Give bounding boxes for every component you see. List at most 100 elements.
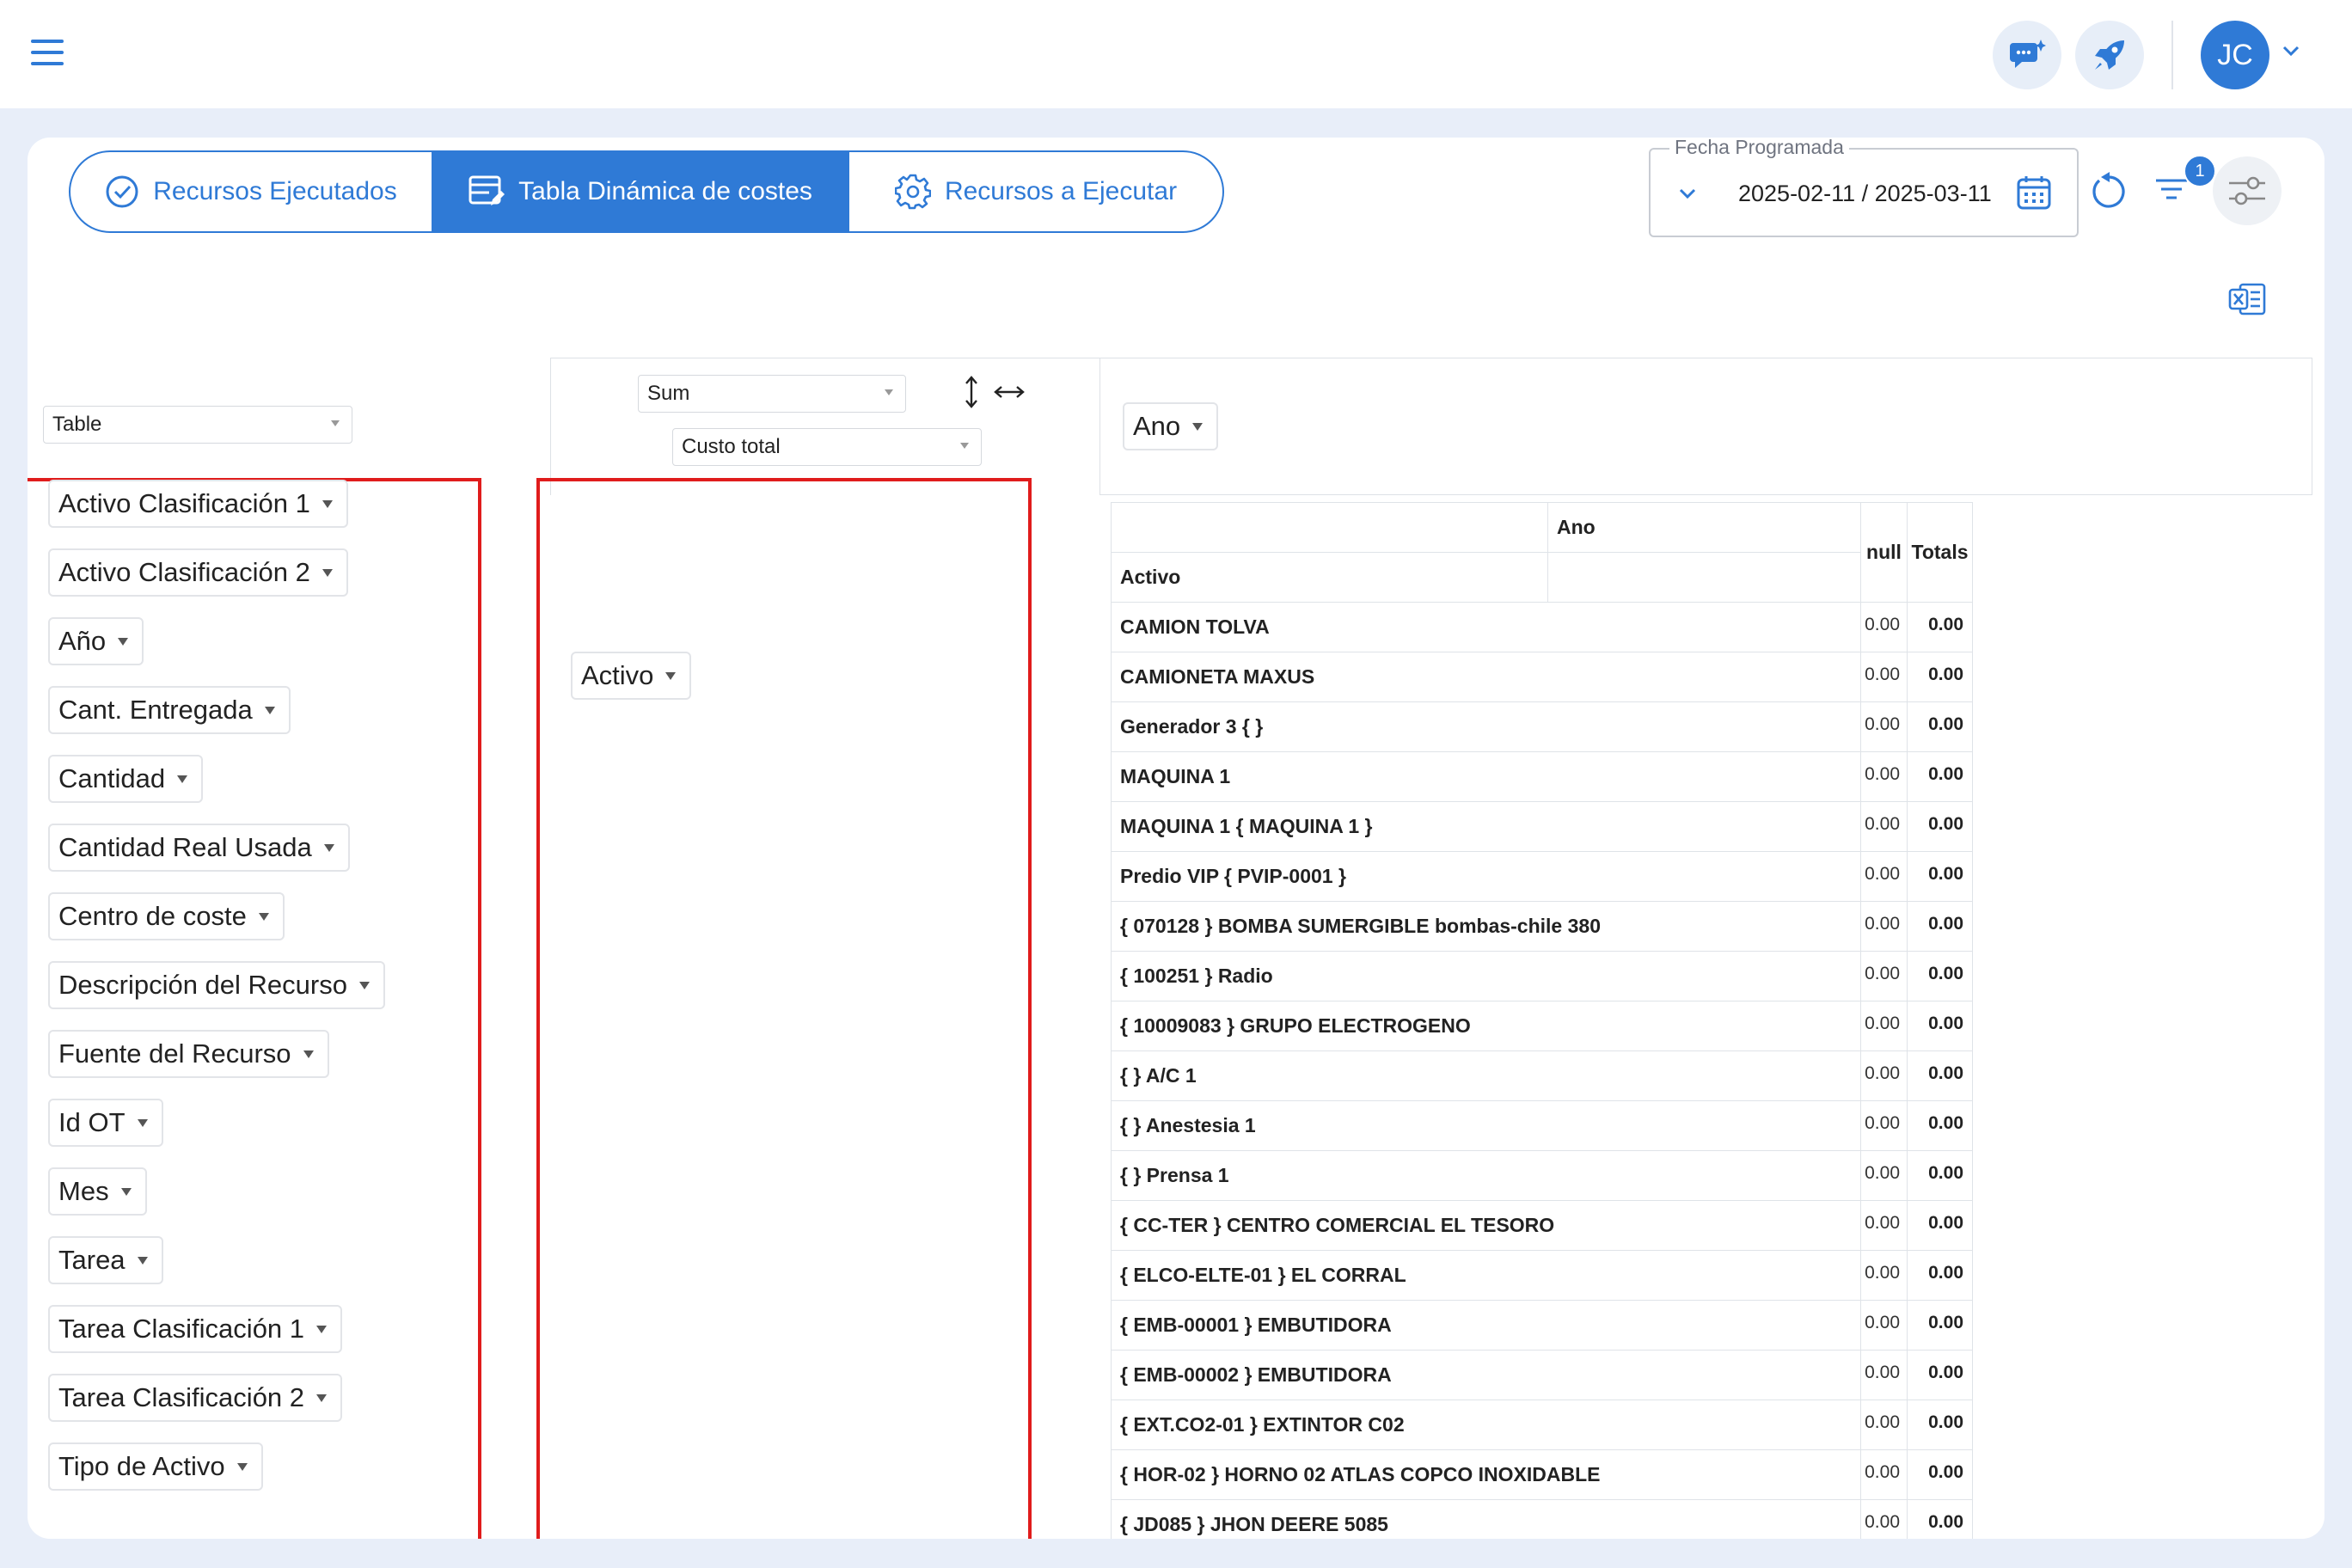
row-field-activo[interactable]: Activo (571, 652, 692, 700)
tab-recursos-ejecutados[interactable]: Recursos Ejecutados (70, 152, 432, 231)
field-pill[interactable]: Cant. Entregada (48, 686, 291, 734)
total-value-cell: 0.00 (1907, 602, 1973, 652)
table-row: { } A/C 1 0.00 0.00 (1111, 1050, 1973, 1101)
table-row: { EMB-00001 } EMBUTIDORA 0.00 0.00 (1111, 1300, 1973, 1351)
total-value-cell: 0.00 (1907, 1001, 1973, 1051)
aggregator-select[interactable]: Sum (638, 375, 906, 413)
column-header-label: Ano (1547, 502, 1861, 553)
field-pill[interactable]: Centro de coste (48, 892, 285, 940)
column-field-ano[interactable]: Ano (1123, 402, 1219, 450)
sliders-icon (2229, 176, 2265, 205)
check-circle-icon (106, 175, 138, 208)
row-label: CAMIONETA MAXUS (1111, 652, 1861, 702)
rocket-icon (2095, 40, 2124, 70)
caret-down-icon (323, 843, 334, 852)
excel-export-icon[interactable] (2228, 282, 2266, 316)
table-row: MAQUINA 1 0.00 0.00 (1111, 751, 1973, 802)
chat-sparkle-button[interactable] (1993, 21, 2061, 89)
table-row: Generador 3 { } 0.00 0.00 (1111, 701, 1973, 752)
caret-down-icon (331, 420, 340, 426)
row-label: { JD085 } JHON DEERE 5085 (1111, 1499, 1861, 1539)
totals-column-header: Totals (1907, 502, 1973, 603)
field-label: Mes (58, 1176, 109, 1206)
filter-lines-icon[interactable] (2154, 172, 2189, 206)
chat-sparkle-icon (2010, 40, 2046, 68)
caret-down-icon (137, 1118, 148, 1127)
null-value-cell: 0.00 (1860, 652, 1908, 702)
null-value-cell: 0.00 (1860, 1200, 1908, 1251)
row-label: Generador 3 { } (1111, 701, 1861, 752)
renderer-select[interactable]: Table (43, 406, 352, 444)
field-pill[interactable]: Mes (48, 1167, 147, 1216)
main-card: Recursos Ejecutados Tabla Dinámica de co… (28, 138, 2324, 1539)
field-label: Activo (581, 660, 654, 690)
row-label: { EMB-00001 } EMBUTIDORA (1111, 1300, 1861, 1351)
total-value-cell: 0.00 (1907, 701, 1973, 752)
filter-count-badge: 1 (2184, 155, 2216, 187)
table-row: { } Prensa 1 0.00 0.00 (1111, 1150, 1973, 1201)
row-label: { 100251 } Radio (1111, 951, 1861, 1001)
hamburger-menu-icon[interactable] (31, 40, 64, 67)
tab-recursos-a-ejecutar[interactable]: Recursos a Ejecutar (849, 152, 1222, 231)
null-value-cell: 0.00 (1860, 901, 1908, 952)
pivot-table-body: CAMION TOLVA 0.00 0.00 CAMIONETA MAXUS 0.00 0… (1111, 602, 1973, 1539)
caret-down-icon (258, 912, 269, 921)
sliders-button[interactable] (2213, 156, 2282, 225)
total-value-cell: 0.00 (1907, 652, 1973, 702)
column-order-icon[interactable] (994, 383, 1025, 401)
row-order-icon[interactable] (963, 375, 980, 409)
value-field-select[interactable]: Custo total (672, 428, 982, 466)
field-pill[interactable]: Id OT (48, 1099, 163, 1147)
empty-header-cell (1547, 552, 1861, 603)
row-label: { EXT.CO2-01 } EXTINTOR C02 (1111, 1400, 1861, 1450)
date-range-value: 2025-02-11 / 2025-03-11 (1738, 181, 1992, 206)
caret-down-icon (316, 1325, 328, 1333)
field-pill[interactable]: Descripción del Recurso (48, 961, 385, 1009)
field-pill[interactable]: Fuente del Recurso (48, 1030, 329, 1078)
chevron-down-icon[interactable] (1678, 187, 1697, 199)
row-label: MAQUINA 1 { MAQUINA 1 } (1111, 801, 1861, 852)
field-pill[interactable]: Activo Clasificación 1 (48, 480, 348, 528)
null-value-cell: 0.00 (1860, 1400, 1908, 1450)
row-label: Predio VIP { PVIP-0001 } (1111, 851, 1861, 902)
field-pill[interactable]: Año (48, 617, 144, 665)
table-row: { } Anestesia 1 0.00 0.00 (1111, 1100, 1973, 1151)
field-pill[interactable]: Tipo de Activo (48, 1442, 263, 1491)
field-pill[interactable]: Activo Clasificación 2 (48, 548, 348, 597)
field-label: Tipo de Activo (58, 1451, 225, 1481)
table-row: CAMIONETA MAXUS 0.00 0.00 (1111, 652, 1973, 702)
caret-down-icon (885, 389, 893, 395)
row-label: { EMB-00002 } EMBUTIDORA (1111, 1350, 1861, 1400)
table-row: { EXT.CO2-01 } EXTINTOR C02 0.00 0.00 (1111, 1400, 1973, 1450)
chevron-down-icon[interactable] (2282, 45, 2300, 57)
field-pill[interactable]: Tarea (48, 1236, 163, 1284)
rocket-button[interactable] (2075, 21, 2144, 89)
gear-icon (894, 174, 931, 210)
table-row: { 10009083 } GRUPO ELECTROGENO 0.00 0.00 (1111, 1001, 1973, 1051)
calendar-icon[interactable] (2015, 174, 2053, 211)
pivot-column-area (1100, 358, 2312, 495)
caret-down-icon (264, 706, 275, 714)
avatar[interactable]: JC (2201, 21, 2269, 89)
refresh-icon[interactable] (2091, 170, 2128, 211)
field-pill[interactable]: Tarea Clasificación 2 (48, 1374, 343, 1422)
field-pill[interactable]: Cantidad (48, 755, 204, 803)
null-value-cell: 0.00 (1860, 1100, 1908, 1151)
field-pill[interactable]: Tarea Clasificación 1 (48, 1305, 343, 1353)
tab-tabla-dinamica[interactable]: Tabla Dinámica de costes (432, 152, 849, 231)
row-label: { } Anestesia 1 (1111, 1100, 1861, 1151)
table-row: MAQUINA 1 { MAQUINA 1 } 0.00 0.00 (1111, 801, 1973, 852)
null-value-cell: 0.00 (1860, 1050, 1908, 1101)
field-pill[interactable]: Cantidad Real Usada (48, 824, 350, 872)
total-value-cell: 0.00 (1907, 1350, 1973, 1400)
field-label: Id OT (58, 1107, 126, 1137)
total-value-cell: 0.00 (1907, 1499, 1973, 1539)
field-label: Activo Clasificación 1 (58, 488, 310, 518)
date-range-field[interactable]: Fecha Programada 2025-02-11 / 2025-03-11 (1649, 138, 2079, 237)
row-label: { CC-TER } CENTRO COMERCIAL EL TESORO (1111, 1200, 1861, 1251)
row-label: { HOR-02 } HORNO 02 ATLAS COPCO INOXIDAB… (1111, 1449, 1861, 1500)
caret-down-icon (960, 443, 969, 449)
null-value-cell: 0.00 (1860, 1449, 1908, 1500)
table-row: { HOR-02 } HORNO 02 ATLAS COPCO INOXIDAB… (1111, 1449, 1973, 1500)
total-value-cell: 0.00 (1907, 1400, 1973, 1450)
